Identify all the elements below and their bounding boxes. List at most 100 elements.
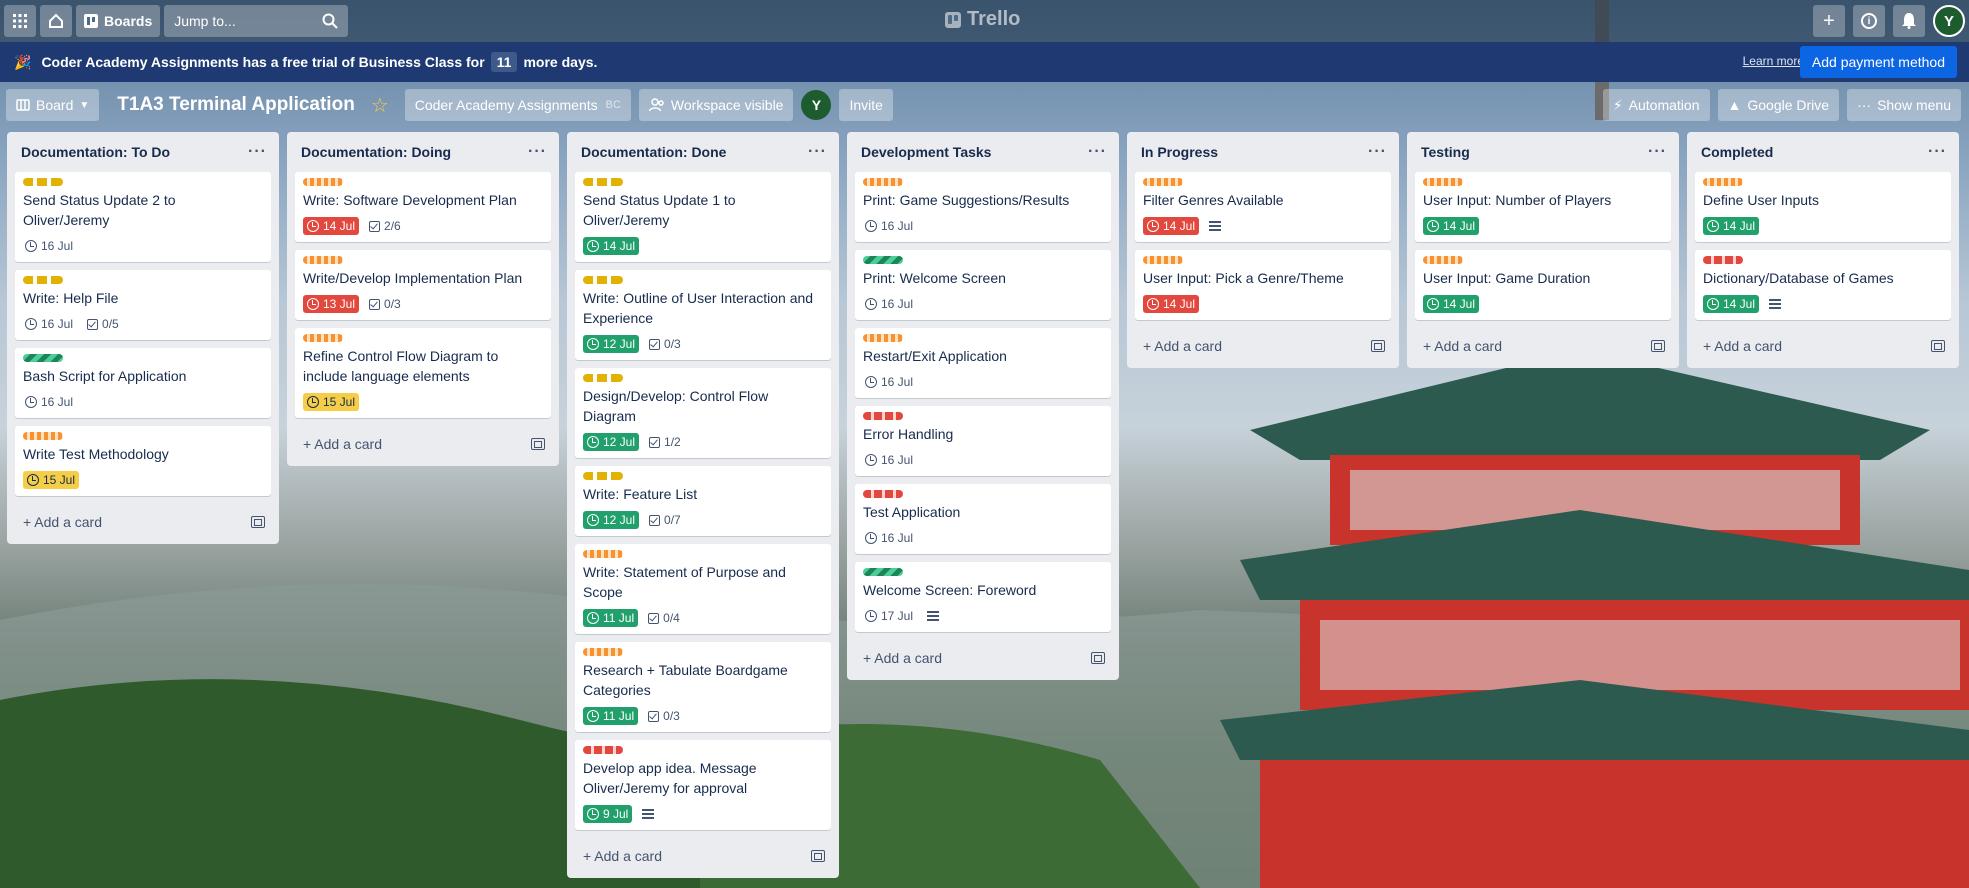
due-date-badge[interactable]: 12 Jul [583, 511, 640, 529]
card[interactable]: Bash Script for Application 16 Jul [15, 348, 271, 418]
add-card-button[interactable]: + Add a card [1695, 328, 1951, 364]
card[interactable]: User Input: Game Duration 14 Jul [1415, 250, 1671, 320]
list-menu-icon[interactable]: ··· [1648, 143, 1667, 161]
card-label-orange[interactable] [303, 178, 343, 186]
due-date-badge[interactable]: 16 Jul [23, 393, 77, 411]
create-button[interactable]: + [1813, 5, 1845, 37]
add-card-button[interactable]: + Add a card [15, 504, 271, 540]
card-template-icon[interactable] [1651, 340, 1665, 352]
card[interactable]: Write Test Methodology 15 Jul [15, 426, 271, 496]
add-payment-button[interactable]: Add payment method [1799, 46, 1957, 78]
card[interactable]: Write: Outline of User Interaction and E… [575, 270, 831, 360]
due-date-badge[interactable]: 11 Jul [583, 609, 639, 627]
due-date-badge[interactable]: 14 Jul [1703, 295, 1760, 313]
card-label-yellow[interactable] [583, 374, 623, 382]
list-header[interactable]: Completed ··· [1695, 132, 1951, 172]
card-label-orange[interactable] [1703, 178, 1743, 186]
add-card-button[interactable]: + Add a card [855, 640, 1111, 676]
card-label-red[interactable] [863, 412, 903, 420]
card[interactable]: Research + Tabulate Boardgame Categories… [575, 642, 831, 732]
list-menu-icon[interactable]: ··· [808, 143, 827, 161]
card[interactable]: Refine Control Flow Diagram to include l… [295, 328, 551, 418]
card[interactable]: Filter Genres Available 14 Jul [1135, 172, 1391, 242]
card-label-orange[interactable] [863, 334, 903, 342]
card-label-orange[interactable] [303, 256, 343, 264]
due-date-badge[interactable]: 15 Jul [303, 393, 360, 411]
card-label-orange[interactable] [583, 550, 623, 558]
card[interactable]: Dictionary/Database of Games 14 Jul [1695, 250, 1951, 320]
list-header[interactable]: Documentation: Doing ··· [295, 132, 551, 172]
user-avatar[interactable]: Y [1933, 5, 1965, 37]
boards-button[interactable]: Boards [76, 5, 161, 37]
card[interactable]: Test Application 16 Jul [855, 484, 1111, 554]
invite-button[interactable]: Invite [839, 89, 893, 121]
list-title[interactable]: Development Tasks [861, 144, 991, 160]
card-label-yellow[interactable] [23, 178, 63, 186]
card-label-red[interactable] [863, 490, 903, 498]
card-label-yellow[interactable] [583, 178, 623, 186]
card-template-icon[interactable] [1371, 340, 1385, 352]
card[interactable]: Write: Software Development Plan 14 Jul 2/… [295, 172, 551, 242]
trello-logo[interactable]: Trello [945, 8, 1020, 31]
card[interactable]: Write: Feature List 12 Jul 0/7 [575, 466, 831, 536]
card[interactable]: User Input: Pick a Genre/Theme 14 Jul [1135, 250, 1391, 320]
card-label-orange[interactable] [1143, 178, 1183, 186]
card-template-icon[interactable] [811, 850, 825, 862]
card-label-orange[interactable] [583, 648, 623, 656]
add-card-button[interactable]: + Add a card [1415, 328, 1671, 364]
due-date-badge[interactable]: 12 Jul [583, 335, 640, 353]
list-menu-icon[interactable]: ··· [1088, 143, 1107, 161]
due-date-badge[interactable]: 16 Jul [863, 529, 917, 547]
google-drive-button[interactable]: ▲ Google Drive [1717, 89, 1840, 121]
workspace-button[interactable]: Coder Academy Assignments BC [404, 89, 631, 121]
list-title[interactable]: Documentation: Doing [301, 144, 451, 160]
list-title[interactable]: Testing [1421, 144, 1470, 160]
list-header[interactable]: Documentation: To Do ··· [15, 132, 271, 172]
list-title[interactable]: Completed [1701, 144, 1773, 160]
due-date-badge[interactable]: 14 Jul [303, 217, 360, 235]
card[interactable]: Write: Statement of Purpose and Scope 11 … [575, 544, 831, 634]
due-date-badge[interactable]: 16 Jul [863, 295, 917, 313]
card-template-icon[interactable] [1091, 652, 1105, 664]
card-label-orange[interactable] [1423, 256, 1463, 264]
home-button[interactable] [40, 5, 72, 37]
add-card-button[interactable]: + Add a card [575, 838, 831, 874]
due-date-badge[interactable]: 16 Jul [863, 451, 917, 469]
card-label-orange[interactable] [863, 178, 903, 186]
automation-button[interactable]: ⚡ Automation [1602, 89, 1710, 121]
list-title[interactable]: In Progress [1141, 144, 1218, 160]
learn-more-link[interactable]: Learn more [1743, 54, 1804, 68]
card[interactable]: Develop app idea. Message Oliver/Jeremy … [575, 740, 831, 830]
due-date-badge[interactable]: 12 Jul [583, 433, 640, 451]
list-menu-icon[interactable]: ··· [248, 143, 267, 161]
member-avatar[interactable]: Y [801, 90, 832, 120]
card-template-icon[interactable] [251, 516, 265, 528]
due-date-badge[interactable]: 14 Jul [1423, 295, 1480, 313]
due-date-badge[interactable]: 11 Jul [583, 707, 639, 725]
card[interactable]: Write/Develop Implementation Plan 13 Jul 0… [295, 250, 551, 320]
search-input[interactable]: Jump to... [164, 5, 349, 37]
card-label-orange[interactable] [303, 334, 343, 342]
card[interactable]: Send Status Update 2 to Oliver/Jeremy 16 … [15, 172, 271, 262]
list-header[interactable]: Development Tasks ··· [855, 132, 1111, 172]
due-date-badge[interactable]: 14 Jul [1143, 217, 1200, 235]
card-label-orange[interactable] [23, 432, 63, 440]
card-label-red[interactable] [1703, 256, 1743, 264]
due-date-badge[interactable]: 17 Jul [863, 607, 917, 625]
list-title[interactable]: Documentation: To Do [21, 144, 170, 160]
card[interactable]: Print: Welcome Screen 16 Jul [855, 250, 1111, 320]
due-date-badge[interactable]: 14 Jul [583, 237, 640, 255]
show-menu-button[interactable]: ··· Show menu [1847, 89, 1961, 121]
app-switcher-button[interactable] [4, 5, 36, 37]
add-card-button[interactable]: + Add a card [1135, 328, 1391, 364]
visibility-button[interactable]: Workspace visible [638, 89, 794, 121]
list-header[interactable]: Testing ··· [1415, 132, 1671, 172]
card-label-green[interactable] [863, 568, 903, 576]
card-label-green[interactable] [23, 354, 63, 362]
card[interactable]: Write: Help File 16 Jul 0/5 [15, 270, 271, 340]
card[interactable]: Design/Develop: Control Flow Diagram 12 J… [575, 368, 831, 458]
list-header[interactable]: In Progress ··· [1135, 132, 1391, 172]
info-button[interactable]: i [1853, 5, 1885, 37]
due-date-badge[interactable]: 13 Jul [303, 295, 360, 313]
board-view-switcher[interactable]: Board ▼ [6, 89, 100, 121]
